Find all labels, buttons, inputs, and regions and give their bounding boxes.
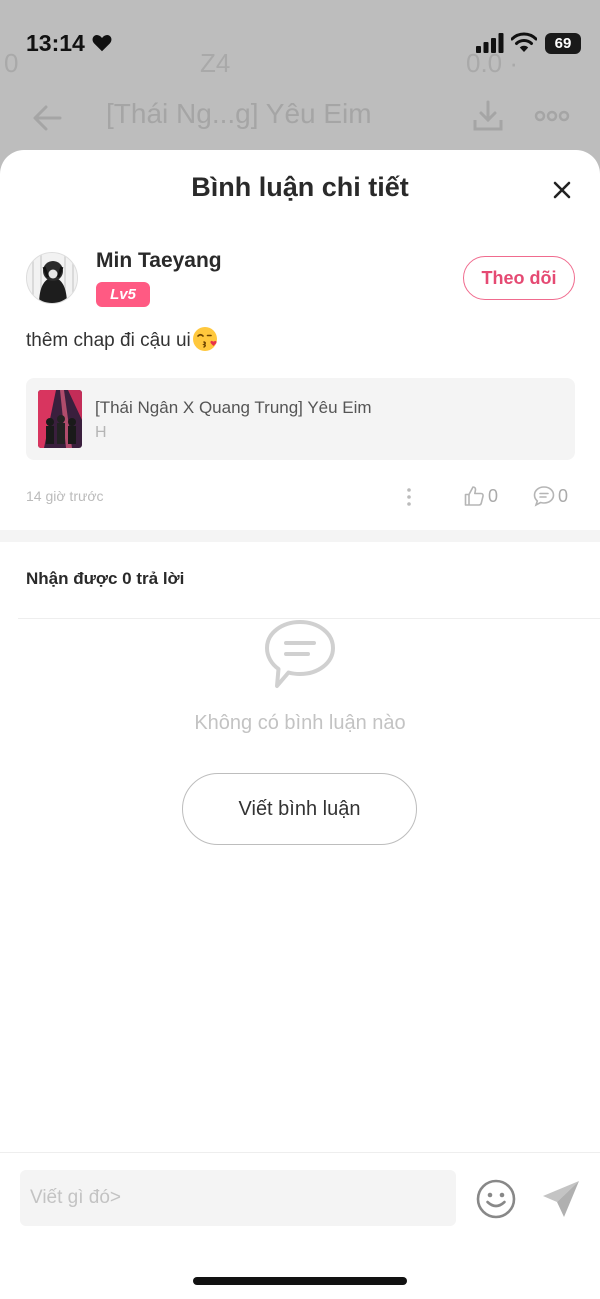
battery-indicator: 69 <box>545 33 581 54</box>
more-horizontal-icon <box>534 110 570 122</box>
reply-comment-icon[interactable] <box>532 484 556 508</box>
avatar[interactable] <box>26 252 78 304</box>
back-arrow-icon <box>33 105 62 131</box>
background-nav-bar: [Thái Ng...g] Yêu Eim <box>0 88 600 148</box>
input-bar-divider <box>0 1152 600 1153</box>
background-title: [Thái Ng...g] Yêu Eim <box>106 98 372 129</box>
status-bar: 13:14 69 <box>0 0 600 60</box>
comment-detail-sheet: Bình luận chi tiết Min Taeyang Lv5 Theo … <box>0 150 600 1299</box>
heart-icon <box>92 35 112 52</box>
replies-header: Nhận được 0 trả lời <box>26 569 185 588</box>
follow-button[interactable]: Theo dõi <box>463 256 575 300</box>
home-indicator <box>193 1277 407 1285</box>
story-subtitle: H <box>95 424 107 441</box>
wifi-icon <box>511 32 537 52</box>
like-count: 0 <box>488 486 499 506</box>
download-icon <box>473 100 503 131</box>
close-icon[interactable] <box>546 174 578 206</box>
write-comment-button[interactable]: Viết bình luận <box>182 773 417 845</box>
story-cover-image <box>38 390 82 448</box>
reply-count: 0 <box>558 486 569 506</box>
comment-text: thêm chap đi cậu ui <box>26 326 218 352</box>
kissing-face-emoji-icon <box>192 327 217 351</box>
more-vertical-icon[interactable] <box>402 486 416 508</box>
username[interactable]: Min Taeyang <box>96 249 222 273</box>
level-badge: Lv5 <box>96 282 150 307</box>
comment-timestamp: 14 giờ trước <box>26 488 104 504</box>
story-card[interactable]: [Thái Ngân X Quang Trung] Yêu Eim H <box>26 378 575 460</box>
send-icon[interactable] <box>540 1178 582 1220</box>
emoji-icon[interactable] <box>475 1178 517 1220</box>
story-title: [Thái Ngân X Quang Trung] Yêu Eim <box>95 398 372 417</box>
signal-icon <box>476 33 504 53</box>
empty-state-text: Không có bình luận nào <box>194 712 406 734</box>
empty-comments-icon <box>265 620 335 688</box>
sheet-title: Bình luận chi tiết <box>191 172 409 202</box>
status-time: 13:14 <box>26 30 85 56</box>
avatar-image <box>27 253 77 303</box>
like-icon[interactable] <box>462 484 486 508</box>
comment-body: thêm chap đi cậu ui <box>26 330 191 351</box>
comment-input[interactable] <box>20 1170 456 1226</box>
section-divider <box>0 530 600 542</box>
